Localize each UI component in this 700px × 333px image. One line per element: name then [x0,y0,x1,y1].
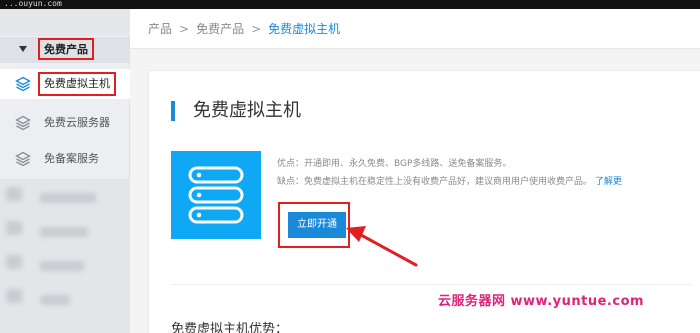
sidebar-item-label: 免费虚拟主机 [38,72,116,96]
divider [171,284,691,285]
breadcrumb-item-products[interactable]: 产品 [148,22,172,36]
product-description: 优点：开通即用、永久免费、BGP多线路、送免备案服务。 缺点：免费虚拟主机在稳定… [277,155,622,191]
sidebar-item-free-cloud-server[interactable]: 免费云服务器 [0,108,130,138]
sidebar-item-label: 免备案服务 [44,152,99,165]
open-now-button[interactable]: 立即开通 [288,212,346,238]
blurred-icon [6,221,22,235]
breadcrumb: 产品 > 免费产品 > 免费虚拟主机 [130,9,700,49]
breadcrumb-separator: > [179,22,190,36]
layers-icon [15,151,31,167]
blurred-icon [6,187,22,201]
breadcrumb-item-current: 免费虚拟主机 [268,22,341,36]
page-title: 免费虚拟主机 [193,100,301,121]
blurred-label [40,295,70,305]
advantages-text: 优点：开通即用、永久免费、BGP多线路、送免备案服务。 [277,159,512,169]
server-product-icon [171,151,261,239]
sidebar-item-free-virtual-host[interactable]: 免费虚拟主机 [0,69,130,99]
blurred-label [40,227,88,237]
sidebar: 免费产品 免费虚拟主机 免费云服务器 免备案服务 [0,9,130,333]
disadvantages-line: 缺点：免费虚拟主机在稳定性上没有收费产品好，建议商用用户使用收费产品。 了解更 [277,173,622,191]
url-fragment: ...ouyun.com [4,0,62,8]
sidebar-group-free-products[interactable]: 免费产品 [0,37,130,63]
layers-icon [15,115,31,131]
sidebar-item-no-filing-service[interactable]: 免备案服务 [0,144,130,174]
blurred-icon [6,255,22,269]
learn-more-link[interactable]: 了解更 [595,177,622,187]
blurred-label [40,193,96,203]
breadcrumb-separator: > [251,22,262,36]
caret-down-icon [19,46,27,52]
server-icon [188,166,244,224]
disadvantages-text: 缺点：免费虚拟主机在稳定性上没有收费产品好，建议商用用户使用收费产品。 [277,177,593,187]
site-watermark: 云服务器网 www.yuntue.com [438,294,645,309]
sidebar-item-label: 免费云服务器 [44,116,110,129]
breadcrumb-item-free-products[interactable]: 免费产品 [196,22,244,36]
browser-top-strip: ...ouyun.com [0,0,700,9]
blurred-label [40,261,84,271]
title-accent-bar [171,101,175,121]
blurred-icon [6,289,22,303]
sidebar-group-label: 免费产品 [38,38,94,60]
annotation-arrow-icon [346,226,418,267]
blurred-menu-area [0,179,130,333]
advantages-section-title: 免费虚拟主机优势： [171,322,289,333]
sidebar-top-area [0,9,130,36]
layers-icon [15,76,31,92]
